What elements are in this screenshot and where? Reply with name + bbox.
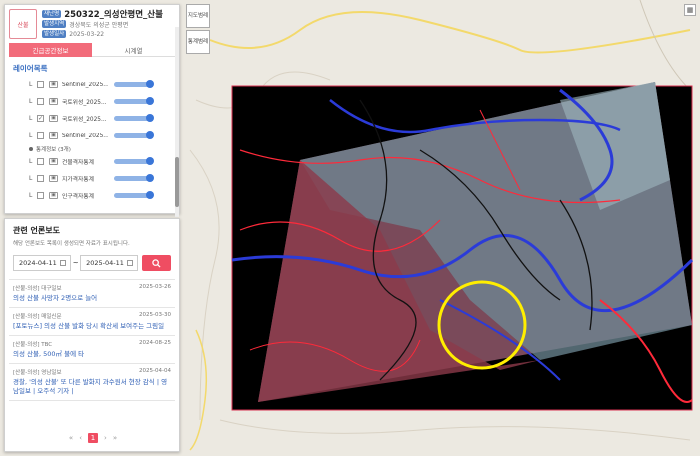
badge-region: 발생지역 bbox=[42, 20, 67, 28]
news-date: 2025-03-26 bbox=[139, 284, 171, 290]
date-to-input[interactable]: 2025-04-11 bbox=[80, 255, 139, 271]
layer-item[interactable]: L ▣ Sentinel_2025... bbox=[13, 76, 175, 93]
image-icon: ▣ bbox=[49, 98, 58, 105]
stats-group-header[interactable]: 통계정보 (3개) bbox=[13, 144, 175, 153]
first-page-icon[interactable]: « bbox=[69, 434, 73, 442]
tab-emergency-info[interactable]: 긴급공간정보 bbox=[9, 43, 92, 57]
opacity-slider[interactable] bbox=[114, 97, 154, 105]
next-page-icon[interactable]: › bbox=[104, 434, 107, 442]
news-title: 관련 언론보도 bbox=[13, 226, 60, 235]
layer-checkbox[interactable] bbox=[37, 175, 44, 182]
layer-legend-toggle[interactable]: L bbox=[13, 98, 37, 105]
last-page-icon[interactable]: » bbox=[113, 434, 117, 442]
layer-legend-toggle[interactable]: L bbox=[13, 192, 37, 199]
news-list: [산불-의성] 대구일보 2025-03-26 의성 산불 사망자 2명으로 늘… bbox=[9, 279, 175, 401]
bullet-icon bbox=[29, 146, 33, 151]
calendar-icon[interactable] bbox=[127, 260, 134, 266]
region-text: 경상북도 의성군 안평면 bbox=[69, 21, 129, 29]
search-icon bbox=[152, 258, 161, 268]
list-item[interactable]: [산불-의성] TBC 2024-08-25 의성 산불, 500㎡ 불에 타 bbox=[9, 336, 175, 364]
stats-group-label: 통계정보 (3개) bbox=[36, 146, 71, 153]
layer-legend-toggle[interactable]: L bbox=[13, 81, 37, 88]
list-item[interactable]: [산불-의성] 대구일보 2025-03-26 의성 산불 사망자 2명으로 늘… bbox=[9, 280, 175, 308]
layer-name: 국토위성_2025... bbox=[62, 100, 107, 106]
layer-item[interactable]: L ▣ 인구격자통계 bbox=[13, 187, 175, 204]
opacity-slider[interactable] bbox=[114, 157, 154, 165]
layer-name: 국토위성_2025... bbox=[62, 117, 107, 123]
layer-list: L ▣ Sentinel_2025... L ▣ 국토위성_2025... L … bbox=[13, 76, 175, 204]
prev-page-icon[interactable]: ‹ bbox=[79, 434, 82, 442]
news-source: [산불-의성] 매일신문 bbox=[13, 314, 62, 320]
opacity-slider[interactable] bbox=[114, 80, 154, 88]
layer-item[interactable]: L ▣ 국토위성_2025... bbox=[13, 93, 175, 110]
date-separator: ~ bbox=[72, 259, 79, 267]
news-source: [산불-의성] 영남일보 bbox=[13, 370, 62, 376]
layer-item[interactable]: L ▣ 지가격자통계 bbox=[13, 170, 175, 187]
date-text: 2025-03-22 bbox=[69, 30, 105, 38]
layer-item[interactable]: L ▣ 건물격자통계 bbox=[13, 153, 175, 170]
layer-checkbox[interactable] bbox=[37, 158, 44, 165]
news-headline[interactable]: 의성 산불 사망자 2명으로 늘어 bbox=[13, 294, 171, 303]
news-headline[interactable]: [포토뉴스] 의성 산불 발화 당시 확산세 보여주는 그림일 bbox=[13, 322, 171, 331]
layer-legend-toggle[interactable]: L bbox=[13, 158, 37, 165]
image-icon: ▣ bbox=[49, 158, 58, 165]
opacity-slider[interactable] bbox=[114, 174, 154, 182]
disaster-info-panel: 산불 재난명 250322_의성안평면_산불 발생지역 경상북도 의성군 안평면… bbox=[4, 4, 180, 217]
image-icon: ▣ bbox=[49, 81, 58, 88]
layer-name: 건물격자통계 bbox=[62, 160, 94, 166]
news-panel: 관련 언론보도 해당 언론보도 목록이 생성되면 자료가 표시됩니다. 2024… bbox=[4, 218, 180, 452]
opacity-slider[interactable] bbox=[114, 114, 154, 122]
layer-item[interactable]: L ✓ ▣ 국토위성_2025... bbox=[13, 110, 175, 127]
layer-list-title: 레이어목록 bbox=[13, 64, 48, 73]
layer-checkbox[interactable] bbox=[37, 98, 44, 105]
layer-name: 지가격자통계 bbox=[62, 177, 94, 183]
layer-name: 인구격자통계 bbox=[62, 194, 94, 200]
opacity-slider[interactable] bbox=[114, 131, 154, 139]
news-source: [산불-의성] 대구일보 bbox=[13, 286, 62, 292]
layer-legend-toggle[interactable]: L bbox=[13, 175, 37, 182]
news-date: 2025-04-04 bbox=[139, 368, 171, 374]
search-button[interactable] bbox=[142, 255, 171, 271]
layer-checkbox[interactable] bbox=[37, 132, 44, 139]
badge-disaster-name: 재난명 bbox=[42, 10, 62, 18]
layer-name: Sentinel_2025... bbox=[62, 81, 108, 88]
calendar-icon[interactable] bbox=[60, 260, 67, 266]
news-description: 해당 언론보도 목록이 생성되면 자료가 표시됩니다. bbox=[13, 241, 130, 247]
disaster-title: 250322_의성안평면_산불 bbox=[64, 10, 163, 20]
news-date: 2025-03-30 bbox=[139, 312, 171, 318]
stats-legend-button[interactable]: 통계범례 bbox=[186, 30, 210, 54]
grid-menu-icon[interactable]: ▦ bbox=[684, 4, 696, 16]
news-headline[interactable]: 경찰, '의성 산불' 또 다른 발화지 과수원서 현장 감식 | 영남일보 |… bbox=[13, 378, 171, 396]
layer-legend-toggle[interactable]: L bbox=[13, 115, 37, 122]
date-from-input[interactable]: 2024-04-11 bbox=[13, 255, 72, 271]
image-icon: ▣ bbox=[49, 115, 58, 122]
layer-checkbox-checked[interactable]: ✓ bbox=[37, 115, 44, 122]
opacity-slider[interactable] bbox=[114, 191, 154, 199]
layer-checkbox[interactable] bbox=[37, 81, 44, 88]
image-icon: ▣ bbox=[49, 192, 58, 199]
layer-name: Sentinel_2025... bbox=[62, 132, 108, 139]
news-headline[interactable]: 의성 산불, 500㎡ 불에 타 bbox=[13, 350, 171, 359]
layer-item[interactable]: L ▣ Sentinel_2025... bbox=[13, 127, 175, 144]
tab-timeseries[interactable]: 시계열 bbox=[92, 43, 175, 57]
layer-checkbox[interactable] bbox=[37, 192, 44, 199]
image-icon: ▣ bbox=[49, 175, 58, 182]
layer-legend-toggle[interactable]: L bbox=[13, 132, 37, 139]
badge-date: 발생일자 bbox=[42, 30, 67, 38]
news-source: [산불-의성] TBC bbox=[13, 342, 53, 348]
news-date: 2024-08-25 bbox=[139, 340, 171, 346]
layer-scrollbar[interactable] bbox=[175, 27, 179, 217]
list-item[interactable]: [산불-의성] 매일신문 2025-03-30 [포토뉴스] 의성 산불 발화 … bbox=[9, 308, 175, 336]
image-icon: ▣ bbox=[49, 132, 58, 139]
disaster-thumbnail: 산불 bbox=[9, 9, 37, 39]
map-legend-button[interactable]: 지도범례 bbox=[186, 4, 210, 28]
pagination: « ‹ 1 › » bbox=[5, 433, 181, 443]
list-item[interactable]: [산불-의성] 영남일보 2025-04-04 경찰, '의성 산불' 또 다른… bbox=[9, 364, 175, 401]
page-1[interactable]: 1 bbox=[88, 433, 98, 443]
